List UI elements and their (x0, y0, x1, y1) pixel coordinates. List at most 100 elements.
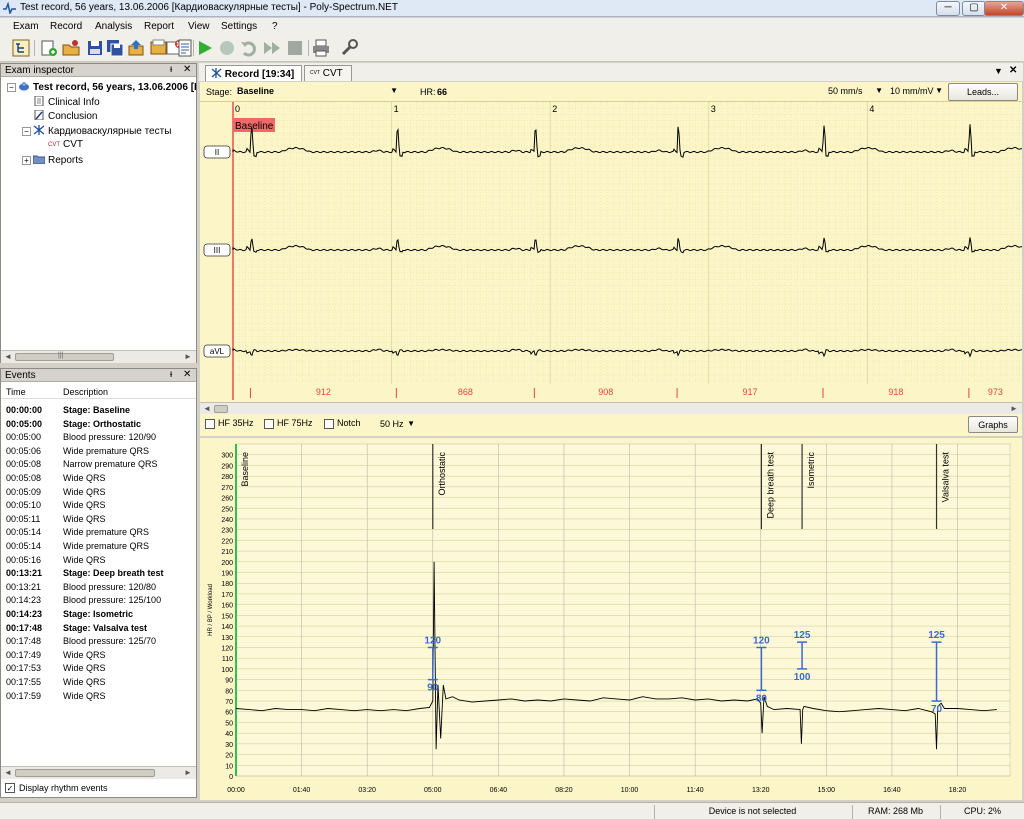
stage-select[interactable]: Baseline ▼ (234, 85, 400, 99)
event-row[interactable]: 00:17:48 Blood pressure: 125/70 (6, 636, 194, 649)
save-icon[interactable] (86, 39, 104, 57)
event-row[interactable]: 00:05:16 Wide QRS (6, 555, 194, 568)
event-row[interactable]: 00:13:21 Stage: Deep breath test (6, 568, 194, 581)
hf35-checkbox[interactable] (205, 419, 215, 429)
tree-node[interactable]: − Test record, 56 years, 13.06.2006 [I (7, 81, 197, 93)
tree-node-label: CVT (63, 139, 83, 150)
lead-label: aVL (210, 347, 225, 356)
event-time: 00:14:23 (6, 609, 43, 619)
expander-icon[interactable]: − (7, 83, 16, 92)
close-panel-icon[interactable]: ✕ (183, 369, 191, 380)
minimize-button[interactable]: ─ (936, 1, 960, 16)
event-row[interactable]: 00:13:21 Blood pressure: 120/80 (6, 582, 194, 595)
add-exam-icon[interactable] (40, 39, 58, 57)
mains-frequency-select[interactable]: 50 Hz ▼ (377, 418, 417, 432)
graphs-button[interactable]: Graphs (968, 416, 1018, 433)
document-icon (33, 95, 48, 108)
tree-node[interactable]: − Кардиоваскулярные тесты (22, 124, 171, 137)
second-tick-label: 4 (869, 104, 874, 114)
stop-icon[interactable] (286, 39, 304, 57)
menu-record[interactable]: Record (50, 21, 82, 32)
tree-node-label: Conclusion (48, 111, 98, 122)
pin-icon[interactable]: ᵻ (170, 64, 172, 75)
tree-node[interactable]: Conclusion (22, 110, 97, 122)
export-icon[interactable] (128, 39, 146, 57)
record-icon[interactable] (218, 39, 236, 57)
menu-report[interactable]: Report (144, 21, 174, 32)
event-row[interactable]: 00:05:06 Wide premature QRS (6, 446, 194, 459)
close-window-button[interactable]: ✕ (984, 1, 1024, 16)
event-row[interactable]: 00:05:10 Wide QRS (6, 500, 194, 513)
menu-analysis[interactable]: Analysis (95, 21, 132, 32)
y-tick-label: 130 (221, 635, 233, 642)
y-tick-label: 170 (221, 592, 233, 599)
tree-node[interactable]: Clinical Info (22, 95, 100, 108)
event-row[interactable]: 00:14:23 Stage: Isometric (6, 609, 194, 622)
pin-icon[interactable]: ᵻ (170, 369, 172, 380)
close-tab-icon[interactable]: ✕ (1009, 65, 1017, 76)
speed-select[interactable]: 50 mm/s ▼ (825, 85, 885, 99)
print-icon[interactable] (312, 39, 330, 57)
y-tick-label: 280 (221, 474, 233, 481)
ecg-hscrollbar[interactable]: ◄ ► (200, 402, 1022, 414)
event-row[interactable]: 00:05:14 Wide premature QRS (6, 541, 194, 554)
settings-wrench-icon[interactable] (340, 39, 358, 57)
tab-list-dropdown[interactable]: ▼ (994, 66, 1003, 76)
tab-cvt[interactable]: CVT CVT (304, 65, 352, 81)
tree-node[interactable]: CVT CVT (37, 139, 83, 150)
column-time[interactable]: Time (6, 387, 26, 397)
event-row[interactable]: 00:05:08 Wide QRS (6, 473, 194, 486)
event-row[interactable]: 00:05:00 Stage: Orthostatic (6, 419, 194, 432)
second-tick-label: 3 (711, 104, 716, 114)
event-row[interactable]: 00:00:00 Stage: Baseline (6, 405, 194, 418)
protocol-icon[interactable] (176, 39, 194, 57)
event-row[interactable]: 00:05:11 Wide QRS (6, 514, 194, 527)
column-description[interactable]: Description (63, 387, 108, 397)
gain-select[interactable]: 10 mm/mV ▼ (887, 85, 945, 99)
menu-exam[interactable]: Exam (13, 21, 39, 32)
tree-node-label: Clinical Info (48, 96, 100, 108)
event-time: 00:05:08 (6, 459, 42, 470)
event-row[interactable]: 00:17:49 Wide QRS (6, 650, 194, 663)
expander-icon[interactable]: − (22, 126, 31, 136)
fast-forward-icon[interactable] (263, 39, 281, 57)
maximize-button[interactable]: ▢ (962, 1, 986, 16)
event-row[interactable]: 00:05:08 Narrow premature QRS (6, 459, 194, 472)
event-row[interactable]: 00:05:00 Blood pressure: 120/90 (6, 432, 194, 445)
expander-icon[interactable]: + (22, 155, 31, 165)
event-description: Wide QRS (63, 500, 106, 511)
event-description: Blood pressure: 125/100 (63, 595, 162, 606)
notch-checkbox[interactable] (324, 419, 334, 429)
event-row[interactable]: 00:14:23 Blood pressure: 125/100 (6, 595, 194, 608)
cpu-status: CPU: 2% (940, 805, 1024, 819)
event-description: Wide QRS (63, 486, 106, 497)
event-row[interactable]: 00:17:48 Stage: Valsalva test (6, 623, 194, 636)
bp-systolic-label: 120 (753, 635, 770, 646)
event-row[interactable]: 00:05:14 Wide premature QRS (6, 527, 194, 540)
leads-button[interactable]: Leads... (948, 83, 1018, 101)
close-panel-icon[interactable]: ✕ (183, 64, 191, 75)
display-rhythm-checkbox[interactable]: ✓ (5, 783, 15, 793)
menu-help[interactable]: ? (272, 21, 278, 32)
ram-status: RAM: 268 Mb (852, 805, 938, 819)
exam-tree-icon[interactable] (12, 39, 30, 57)
undo-icon[interactable] (240, 39, 258, 57)
tree-node[interactable]: + Reports (22, 154, 83, 166)
event-row[interactable]: 00:17:55 Wide QRS (6, 677, 194, 690)
open-exam-icon[interactable] (62, 39, 80, 57)
tab-record[interactable]: Record [19:34] (205, 65, 302, 81)
event-description: Narrow premature QRS (63, 459, 158, 470)
inspector-hscrollbar[interactable]: ◄ ||| ► (1, 350, 196, 363)
event-row[interactable]: 00:17:59 Wide QRS (6, 691, 194, 704)
bp-diastolic-label: 100 (794, 672, 811, 683)
event-row[interactable]: 00:17:53 Wide QRS (6, 663, 194, 676)
menu-settings[interactable]: Settings (221, 21, 257, 32)
save-all-icon[interactable] (106, 39, 124, 57)
hf75-checkbox[interactable] (264, 419, 274, 429)
menu-view[interactable]: View (188, 21, 210, 32)
exam-inspector-header: Exam inspector ᵻ ✕ (1, 64, 196, 77)
event-row[interactable]: 00:05:09 Wide QRS (6, 487, 194, 500)
y-tick-label: 120 (221, 645, 233, 652)
play-icon[interactable] (196, 39, 214, 57)
events-hscrollbar[interactable]: ◄ ► (1, 766, 196, 779)
